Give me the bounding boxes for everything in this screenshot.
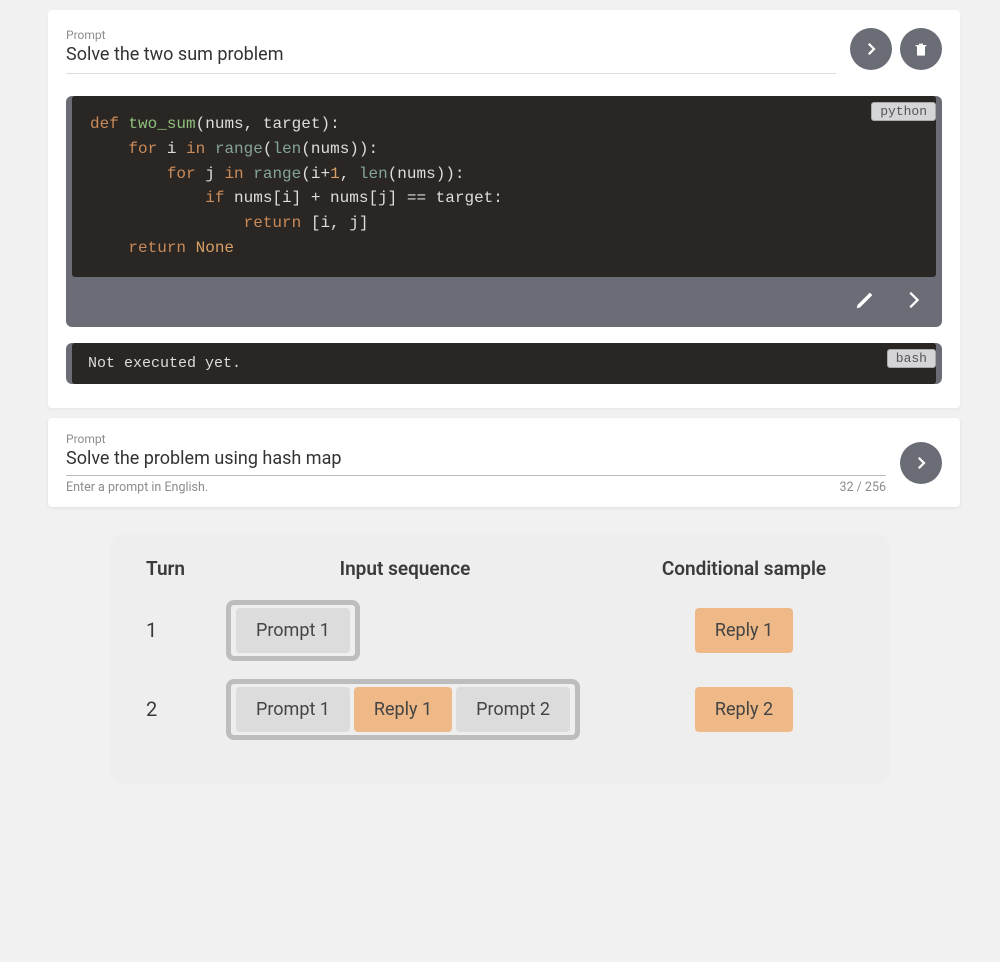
conditional-sample-cell: Reply 2 (634, 687, 854, 732)
prompt-chip: Prompt 1 (236, 687, 350, 732)
prompt2-field-wrap: Prompt Solve the problem using hash map … (66, 432, 886, 495)
chevron-right-icon (912, 454, 930, 472)
turn-number: 1 (146, 618, 226, 642)
prompt-action-buttons (850, 28, 942, 70)
char-counter: 32 / 256 (840, 480, 886, 495)
run-button[interactable] (902, 289, 924, 317)
table-header: Turn Input sequence Conditional sample (146, 557, 854, 580)
delete-button[interactable] (900, 28, 942, 70)
input-sequence-cell: Prompt 1 (226, 600, 634, 661)
bash-content: Not executed yet. (72, 343, 936, 384)
input-sequence-cell: Prompt 1 Reply 1 Prompt 2 (226, 679, 634, 740)
bash-block: bash Not executed yet. (66, 343, 942, 384)
prompt-card-1: Prompt Solve the two sum problem python … (48, 10, 960, 408)
prompt-field-wrap: Prompt Solve the two sum problem (66, 28, 836, 74)
prompt-chip: Prompt 2 (456, 687, 570, 732)
col-sample-header: Conditional sample (634, 557, 854, 580)
prompt2-helper-row: Enter a prompt in English. 32 / 256 (66, 480, 886, 495)
turn-table: Turn Input sequence Conditional sample 1… (110, 535, 890, 784)
prompt2-input[interactable]: Solve the problem using hash map (66, 448, 886, 476)
input-sequence-group: Prompt 1 Reply 1 Prompt 2 (226, 679, 580, 740)
code-toolbar (66, 283, 942, 319)
pencil-icon (854, 289, 876, 311)
trash-icon (913, 40, 929, 58)
reply-chip: Reply 2 (695, 687, 793, 732)
table-row: 2 Prompt 1 Reply 1 Prompt 2 Reply 2 (146, 679, 854, 740)
code-block: python def two_sum(nums, target): for i … (66, 96, 942, 327)
col-turn-header: Turn (146, 557, 226, 580)
prompt-header: Prompt Solve the two sum problem (66, 28, 942, 74)
edit-button[interactable] (854, 289, 876, 317)
prompt2-label: Prompt (66, 432, 886, 446)
prompt-chip: Prompt 1 (236, 608, 350, 653)
prompt-text[interactable]: Solve the two sum problem (66, 44, 836, 74)
submit-button-2[interactable] (900, 442, 942, 484)
table-row: 1 Prompt 1 Reply 1 (146, 600, 854, 661)
reply-chip: Reply 1 (695, 608, 793, 653)
code-content[interactable]: def two_sum(nums, target): for i in rang… (72, 96, 936, 277)
conditional-sample-cell: Reply 1 (634, 608, 854, 653)
col-input-header: Input sequence (226, 557, 634, 580)
turn-number: 2 (146, 697, 226, 721)
chevron-right-icon (862, 40, 880, 58)
reply-chip: Reply 1 (354, 687, 452, 732)
input-sequence-group: Prompt 1 (226, 600, 360, 661)
submit-button[interactable] (850, 28, 892, 70)
prompt-card-2: Prompt Solve the problem using hash map … (48, 418, 960, 507)
prompt-label: Prompt (66, 28, 836, 42)
language-badge-python: python (871, 102, 936, 121)
chevron-right-icon (902, 289, 924, 311)
language-badge-bash: bash (887, 349, 936, 368)
prompt2-helper-text: Enter a prompt in English. (66, 480, 208, 495)
